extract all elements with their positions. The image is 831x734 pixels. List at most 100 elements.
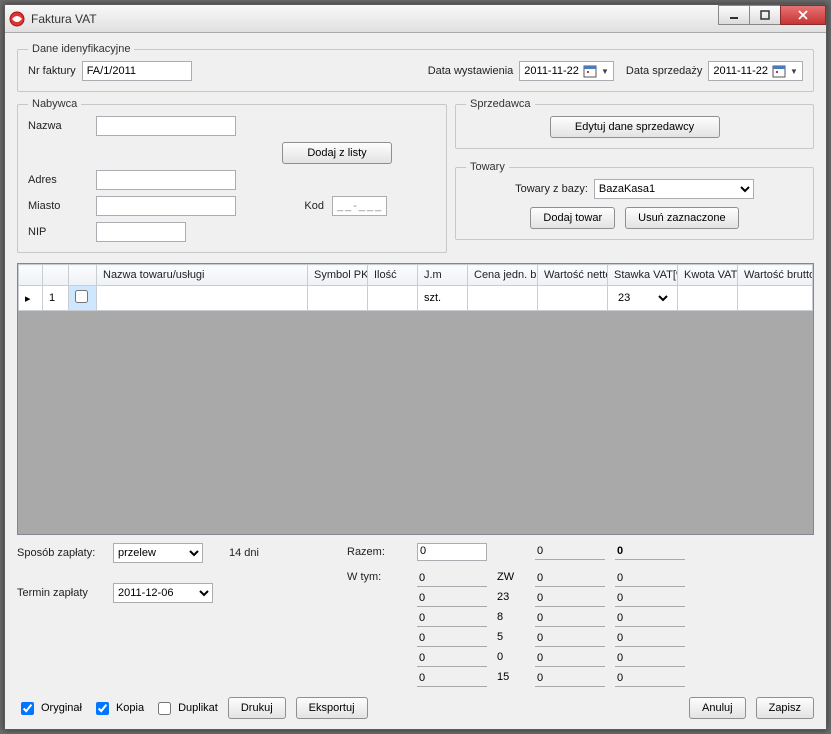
bd-gross: 0 bbox=[615, 671, 685, 687]
row-index: 1 bbox=[43, 286, 69, 311]
goods-fieldset: Towary Towary z bazy: BazaKasa1 Dodaj to… bbox=[455, 161, 814, 240]
bd-rate: 0 bbox=[497, 651, 525, 667]
buyer-fieldset: Nabywca Nazwa Dodaj z listy Adres Miasto… bbox=[17, 98, 447, 253]
invoice-number-input[interactable] bbox=[82, 61, 192, 81]
seller-legend: Sprzedawca bbox=[466, 98, 535, 110]
cell-gross[interactable] bbox=[738, 286, 813, 311]
sale-date-value: 2011-11-22 bbox=[713, 65, 768, 77]
cell-unit-gross[interactable] bbox=[468, 286, 538, 311]
cell-qty[interactable] bbox=[368, 286, 418, 311]
sale-date-picker[interactable]: 2011-11-22 ▼ bbox=[708, 61, 803, 81]
payment-method-select[interactable]: przelew bbox=[113, 543, 203, 563]
seller-fieldset: Sprzedawca Edytuj dane sprzedawcy bbox=[455, 98, 814, 149]
duplikat-check-label: Duplikat bbox=[178, 702, 218, 714]
goods-db-label: Towary z bazy: bbox=[515, 183, 588, 195]
app-window: Faktura VAT Dane idenyfikacyjne Nr faktu… bbox=[4, 4, 827, 730]
payment-method-label: Sposób zapłaty: bbox=[17, 547, 107, 559]
cell-symbol[interactable] bbox=[308, 286, 368, 311]
original-check-input[interactable] bbox=[21, 702, 34, 715]
bd-vat: 0 bbox=[535, 591, 605, 607]
remove-goods-button[interactable]: Usuń zaznaczone bbox=[625, 207, 738, 229]
buyer-city-input[interactable] bbox=[96, 196, 236, 216]
buyer-addr-input[interactable] bbox=[96, 170, 236, 190]
cell-vat-amount[interactable] bbox=[678, 286, 738, 311]
bd-vat: 0 bbox=[535, 651, 605, 667]
bd-vat: 0 bbox=[535, 571, 605, 587]
cell-name[interactable] bbox=[97, 286, 308, 311]
window-title: Faktura VAT bbox=[31, 12, 97, 26]
cell-unit[interactable]: szt. bbox=[418, 286, 468, 311]
issue-date-picker[interactable]: 2011-11-22 ▼ bbox=[519, 61, 614, 81]
col-vat-amount[interactable]: Kwota VAT bbox=[678, 265, 738, 286]
calendar-icon bbox=[772, 64, 786, 78]
total-wtym-label: W tym: bbox=[347, 571, 407, 583]
maximize-button[interactable] bbox=[749, 5, 781, 25]
invoice-number-label: Nr faktury bbox=[28, 65, 76, 77]
total-gross: 0 bbox=[615, 544, 685, 560]
col-net[interactable]: Wartość netto bbox=[538, 265, 608, 286]
vat-rate-select[interactable]: 23 bbox=[614, 291, 671, 305]
save-button[interactable]: Zapisz bbox=[756, 697, 814, 719]
col-name[interactable]: Nazwa towaru/usługi bbox=[97, 265, 308, 286]
payment-term-label: Termin zapłaty bbox=[17, 587, 107, 599]
footer-bar: Oryginał Kopia Duplikat Drukuj Eksportuj… bbox=[17, 687, 814, 719]
bd-vat: 0 bbox=[535, 631, 605, 647]
print-button[interactable]: Drukuj bbox=[228, 697, 286, 719]
kopia-check-input[interactable] bbox=[96, 702, 109, 715]
buyer-kod-label: Kod bbox=[244, 200, 324, 212]
col-unit-gross[interactable]: Cena jedn. brutto bbox=[468, 265, 538, 286]
col-vat-rate[interactable]: Stawka VAT[%] bbox=[608, 265, 678, 286]
goods-db-select[interactable]: BazaKasa1 bbox=[594, 179, 754, 199]
buyer-legend: Nabywca bbox=[28, 98, 81, 110]
total-net: 0 bbox=[417, 543, 487, 561]
add-from-list-button[interactable]: Dodaj z listy bbox=[282, 142, 392, 164]
ident-fieldset: Dane idenyfikacyjne Nr faktury Data wyst… bbox=[17, 43, 814, 92]
add-goods-button[interactable]: Dodaj towar bbox=[530, 207, 615, 229]
content-area: Dane idenyfikacyjne Nr faktury Data wyst… bbox=[5, 33, 826, 729]
window-buttons bbox=[719, 5, 826, 25]
titlebar[interactable]: Faktura VAT bbox=[5, 5, 826, 33]
app-icon bbox=[9, 11, 25, 27]
col-gross[interactable]: Wartość brutto bbox=[738, 265, 813, 286]
bd-vat: 0 bbox=[535, 611, 605, 627]
goods-legend: Towary bbox=[466, 161, 509, 173]
cell-vat-rate[interactable]: 23 bbox=[608, 286, 678, 311]
bd-gross: 0 bbox=[615, 571, 685, 587]
bd-net: 0 bbox=[417, 611, 487, 627]
original-checkbox[interactable]: Oryginał bbox=[17, 699, 82, 718]
buyer-nip-label: NIP bbox=[28, 226, 88, 238]
bd-rate: ZW bbox=[497, 571, 525, 587]
chevron-down-icon: ▼ bbox=[788, 67, 800, 76]
buyer-nip-input[interactable] bbox=[96, 222, 186, 242]
minimize-button[interactable] bbox=[718, 5, 750, 25]
close-button[interactable] bbox=[780, 5, 826, 25]
row-checkbox[interactable] bbox=[75, 290, 88, 303]
col-unit[interactable]: J.m bbox=[418, 265, 468, 286]
bd-rate: 8 bbox=[497, 611, 525, 627]
issue-date-label: Data wystawienia bbox=[428, 65, 514, 77]
buyer-name-input[interactable] bbox=[96, 116, 236, 136]
kopia-checkbox[interactable]: Kopia bbox=[92, 699, 144, 718]
row-indicator-icon: ▸ bbox=[19, 286, 43, 311]
buyer-name-label: Nazwa bbox=[28, 120, 88, 132]
buyer-kod-input[interactable] bbox=[332, 196, 387, 216]
export-button[interactable]: Eksportuj bbox=[296, 697, 368, 719]
cancel-button[interactable]: Anuluj bbox=[689, 697, 746, 719]
col-qty[interactable]: Ilość bbox=[368, 265, 418, 286]
bd-rate: 15 bbox=[497, 671, 525, 687]
duplikat-checkbox[interactable]: Duplikat bbox=[154, 699, 218, 718]
bd-gross: 0 bbox=[615, 611, 685, 627]
bd-net: 0 bbox=[417, 571, 487, 587]
buyer-city-label: Miasto bbox=[28, 200, 88, 212]
edit-seller-button[interactable]: Edytuj dane sprzedawcy bbox=[550, 116, 720, 138]
duplikat-check-input[interactable] bbox=[158, 702, 171, 715]
bd-rate: 23 bbox=[497, 591, 525, 607]
bd-net: 0 bbox=[417, 651, 487, 667]
col-symbol[interactable]: Symbol PKWiU bbox=[308, 265, 368, 286]
cell-net[interactable] bbox=[538, 286, 608, 311]
table-row[interactable]: ▸ 1 szt. 23 bbox=[19, 286, 813, 311]
payment-term-picker[interactable]: 2011-12-06 bbox=[113, 583, 213, 603]
sale-date-label: Data sprzedaży bbox=[626, 65, 702, 77]
bd-net: 0 bbox=[417, 591, 487, 607]
items-grid[interactable]: Nazwa towaru/usługi Symbol PKWiU Ilość J… bbox=[17, 263, 814, 535]
